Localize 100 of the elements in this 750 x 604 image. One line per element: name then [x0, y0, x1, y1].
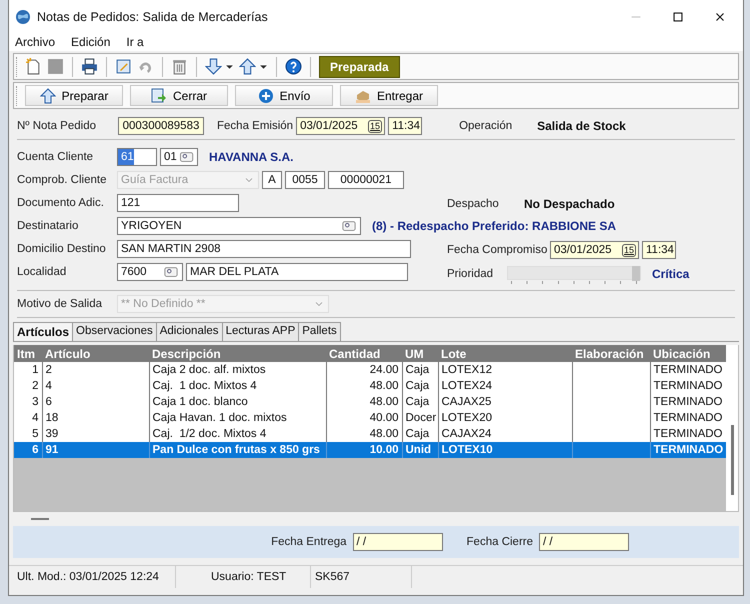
status-badge: Preparada	[319, 56, 400, 78]
action-button[interactable]: Cerrar	[130, 85, 228, 106]
input-field[interactable]: MAR DEL PLATA	[186, 263, 408, 281]
date-field[interactable]: 03/01/2025 15	[296, 117, 386, 135]
action-button[interactable]: Preparar	[25, 85, 123, 106]
calendar-button[interactable]: 15	[622, 244, 636, 256]
window-title: Notas de Pedidos: Salida de Mercaderías	[37, 10, 268, 24]
table-cell: TERMINADO	[654, 412, 722, 424]
input-field[interactable]: / /	[352, 533, 443, 551]
time-field[interactable]: 11:34	[642, 241, 676, 259]
table-cell: 18	[46, 412, 58, 424]
client-name: HAVANNA S.A.	[209, 150, 294, 164]
plus-icon	[258, 88, 274, 104]
table-cell: Pan Dulce con frutas x 850 grs	[152, 444, 320, 456]
table-cell: Caja 1 doc. blanco	[152, 396, 248, 408]
table-cell: CAJAX24	[442, 428, 492, 440]
input-field[interactable]: SAN MARTIN 2908	[117, 240, 411, 258]
time-field[interactable]: 11:34	[388, 117, 422, 135]
field-label: Fecha Entrega	[271, 536, 347, 548]
date-field[interactable]: 03/01/2025 15	[550, 241, 639, 259]
input-field[interactable]: YRIGOYEN	[117, 217, 361, 235]
table-cell: 5	[32, 428, 38, 440]
table-cell: 4	[46, 380, 52, 392]
field-value: 01	[164, 151, 177, 163]
input-field[interactable]: 00000021	[328, 171, 404, 189]
table-cell: LOTEX20	[442, 412, 492, 424]
table-cell: 6	[32, 444, 38, 456]
down-arrow-icon[interactable]	[205, 58, 222, 75]
field-label: Prioridad	[447, 268, 494, 280]
table-cell: TERMINADO	[654, 444, 724, 456]
print-icon[interactable]	[81, 58, 98, 75]
field-label: Operación	[459, 120, 512, 132]
input-field[interactable]: 000300089583	[118, 117, 204, 135]
table-cell: Caj. 1/2 doc. Mixtos 4	[152, 428, 266, 440]
up-arrow-icon[interactable]	[239, 58, 256, 75]
input-field[interactable]: 7600	[117, 263, 183, 281]
table-row[interactable]: 6 91 Pan Dulce con frutas x 850 grs 10.00 Unid LOTEX10 TERMINADO	[14, 442, 726, 458]
action-button[interactable]: Entregar	[340, 85, 438, 106]
table-cell: Caja Havan. 1 doc. mixtos	[152, 412, 287, 424]
tab[interactable]: Artículos	[13, 322, 74, 341]
table-cell: TERMINADO	[654, 428, 722, 440]
slider-thumb[interactable]	[632, 266, 640, 281]
input-field[interactable]: / /	[539, 533, 629, 551]
menu-item[interactable]: Ir a	[126, 35, 144, 49]
field-label: Fecha Cierre	[466, 536, 533, 548]
calendar-button[interactable]: 15	[368, 120, 382, 132]
input-field[interactable]: 121	[117, 194, 239, 212]
table-cell: LOTEX24	[442, 380, 492, 392]
menu-item[interactable]: Archivo	[15, 35, 56, 49]
input-field[interactable]: 0055	[285, 171, 325, 189]
field-label: Domicilio Destino	[17, 243, 107, 255]
table-row[interactable]: 3 6 Caja 1 doc. blanco 48.00 Caja CAJAX25 TERMINADO	[14, 394, 726, 410]
field-label: Despacho	[447, 198, 500, 210]
table-cell: 48.00	[370, 380, 398, 392]
redispatch-text: (8) - Redespacho Preferido: RABBIONE SA	[372, 219, 616, 233]
column-header: Lote	[438, 345, 572, 362]
field-label: Fecha Emisión	[217, 120, 294, 132]
field-label: Fecha Compromiso	[447, 244, 547, 256]
tab[interactable]: Adicionales	[156, 322, 223, 341]
table-cell: 2	[46, 364, 52, 376]
tab[interactable]: Pallets	[298, 322, 341, 341]
column-header: Descripción	[149, 345, 326, 362]
stop-icon[interactable]	[47, 58, 64, 75]
table-cell: TERMINADO	[654, 380, 722, 392]
tab[interactable]: Observaciones	[72, 322, 157, 341]
table-row[interactable]: 1 2 Caja 2 doc. alf. mixtos 24.00 Caja LOTEX12 TERMINADO	[14, 362, 726, 378]
column-header: Cantidad	[326, 345, 402, 362]
field-label: Nº Nota Pedido	[17, 120, 97, 132]
column-header: UM	[402, 345, 438, 362]
field-label: Localidad	[17, 266, 68, 278]
table-cell: TERMINADO	[654, 396, 722, 408]
table-row[interactable]: 5 39 Caj. 1/2 doc. Mixtos 4 48.00 Caja CAJAX24 TERMINADO	[14, 426, 726, 442]
action-button[interactable]: Envío	[235, 85, 333, 106]
new-document-icon[interactable]	[25, 58, 42, 75]
menu-item[interactable]: Edición	[71, 35, 110, 49]
table-cell: 39	[46, 428, 58, 440]
tab[interactable]: Lecturas APP	[222, 322, 300, 341]
input-field[interactable]: 61	[117, 148, 157, 166]
table-cell: 40.00	[370, 412, 398, 424]
help-icon[interactable]	[285, 58, 302, 75]
status-text: SK567	[311, 566, 412, 588]
document-arrow-icon	[150, 88, 167, 104]
priority-slider[interactable]	[507, 263, 641, 285]
table-cell: Caj. 1 doc. Mixtos 4	[152, 380, 257, 392]
table-cell: Unid	[406, 444, 432, 456]
table-cell: 6	[46, 396, 52, 408]
date-text: 03/01/2025	[554, 244, 612, 256]
scrollbar-thumb[interactable]	[31, 518, 49, 520]
scrollbar-thumb[interactable]	[731, 425, 734, 495]
priority-value: Crítica	[652, 267, 690, 281]
table-row[interactable]: 2 4 Caj. 1 doc. Mixtos 4 48.00 Caja LOTEX24 TERMINADO	[14, 378, 726, 394]
column-header: Artículo	[42, 345, 149, 362]
input-field[interactable]: 01	[160, 148, 198, 166]
trash-icon[interactable]	[171, 58, 188, 75]
edit-icon[interactable]	[115, 58, 132, 75]
maximize-icon[interactable]	[671, 10, 685, 24]
input-field[interactable]: A	[262, 171, 282, 189]
table-row[interactable]: 4 18 Caja Havan. 1 doc. mixtos 40.00 Docer LOTEX20 TERMINADO	[14, 410, 726, 426]
dispatch-value: No Despachado	[524, 197, 615, 211]
table-cell: 48.00	[370, 428, 398, 440]
